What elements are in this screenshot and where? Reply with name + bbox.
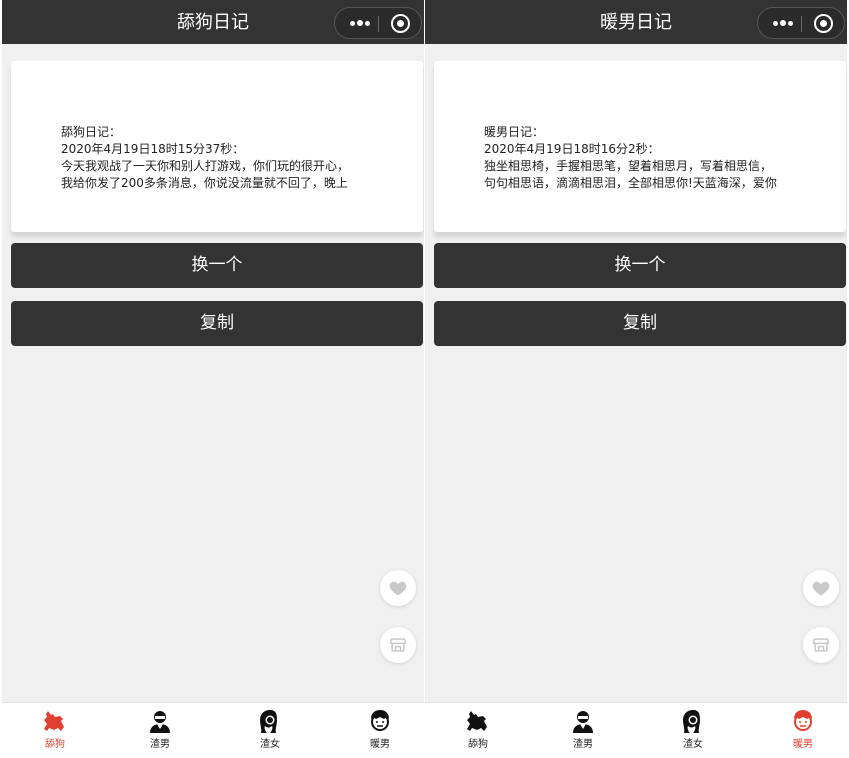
tab-label: 渣女 <box>683 739 703 750</box>
home-indicator-area <box>2 754 424 758</box>
diary-card: 舔狗日记： 2020年4月19日18时15分37秒： 今天我观战了一天你和别人打… <box>11 61 423 232</box>
mini-program-capsule <box>334 7 422 39</box>
warm-boy-icon <box>794 710 812 731</box>
tab-zhanv[interactable]: 渣女 <box>217 703 323 755</box>
mini-program-capsule <box>757 7 845 39</box>
tab-label: 舔狗 <box>45 739 65 750</box>
shop-icon <box>812 638 830 652</box>
more-menu-icon[interactable] <box>768 8 804 38</box>
refresh-button[interactable]: 换一个 <box>434 243 846 288</box>
home-indicator-area <box>425 754 847 758</box>
diary-heading: 暖男日记： <box>484 125 545 139</box>
navbar: 暖男日记 <box>425 0 847 44</box>
tab-label: 暖男 <box>793 739 813 750</box>
close-miniprogram-icon[interactable] <box>814 14 833 33</box>
bad-girl-icon <box>683 710 700 733</box>
tab-zhanan[interactable]: 渣男 <box>530 703 636 755</box>
copy-button[interactable]: 复制 <box>434 301 846 346</box>
bad-boy-icon <box>150 711 170 733</box>
diary-date: 2020年4月19日18时15分37秒： <box>61 142 245 156</box>
tab-zhanv[interactable]: 渣女 <box>640 703 746 755</box>
diary-text: 舔狗日记： 2020年4月19日18时15分37秒： 今天我观战了一天你和别人打… <box>61 124 381 192</box>
tab-bar: 舔狗 渣男 渣女 暖男 <box>2 702 424 754</box>
diary-line: 独坐相思椅，手握相思笔，望着相思月，写着相思信， <box>484 159 773 173</box>
copy-button[interactable]: 复制 <box>11 301 423 346</box>
diary-date: 2020年4月19日18时16分2秒： <box>484 142 660 156</box>
heart-icon <box>389 581 407 596</box>
shop-icon <box>389 638 407 652</box>
favorite-button[interactable] <box>380 570 416 606</box>
tab-nuannan[interactable]: 暖男 <box>327 703 424 755</box>
tab-zhanan[interactable]: 渣男 <box>107 703 213 755</box>
more-menu-icon[interactable] <box>345 8 381 38</box>
tab-nuannan[interactable]: 暖男 <box>750 703 847 755</box>
screen-nuannan: 暖男日记 暖男日记： 2020年4月19日18时16分2秒： 独坐相思椅，手握相… <box>425 0 847 758</box>
heart-icon <box>812 581 830 596</box>
bad-girl-icon <box>260 710 277 733</box>
dog-icon <box>467 711 487 731</box>
close-miniprogram-icon[interactable] <box>391 14 410 33</box>
bad-boy-icon <box>573 711 593 733</box>
favorite-button[interactable] <box>803 570 839 606</box>
diary-text: 暖男日记： 2020年4月19日18时16分2秒： 独坐相思椅，手握相思笔，望着… <box>484 124 804 192</box>
shop-button[interactable] <box>380 627 416 663</box>
tab-tiangou[interactable]: 舔狗 <box>2 703 108 755</box>
tab-label: 渣女 <box>260 739 280 750</box>
warm-boy-icon <box>371 710 389 731</box>
diary-line: 句句相思语，滴滴相思泪，全部相思你!天蓝海深，爱你 <box>484 176 777 190</box>
capsule-divider <box>801 16 802 32</box>
refresh-button[interactable]: 换一个 <box>11 243 423 288</box>
navbar: 舔狗日记 <box>2 0 424 44</box>
diary-line: 今天我观战了一天你和别人打游戏，你们玩的很开心， <box>61 159 350 173</box>
tab-label: 渣男 <box>573 739 593 750</box>
shop-button[interactable] <box>803 627 839 663</box>
tab-tiangou[interactable]: 舔狗 <box>425 703 531 755</box>
tab-label: 渣男 <box>150 739 170 750</box>
diary-line: 我给你发了200多条消息，你说没流量就不回了，晚上 <box>61 176 348 190</box>
capsule-divider <box>378 16 379 32</box>
dog-icon <box>44 711 64 731</box>
diary-card: 暖男日记： 2020年4月19日18时16分2秒： 独坐相思椅，手握相思笔，望着… <box>434 61 846 232</box>
tab-bar: 舔狗 渣男 渣女 暖男 <box>425 702 847 754</box>
screen-tiangou: 舔狗日记 舔狗日记： 2020年4月19日18时15分37秒： 今天我观战了一天… <box>2 0 424 758</box>
diary-heading: 舔狗日记： <box>61 125 122 139</box>
tab-label: 暖男 <box>370 739 390 750</box>
tab-label: 舔狗 <box>468 739 488 750</box>
